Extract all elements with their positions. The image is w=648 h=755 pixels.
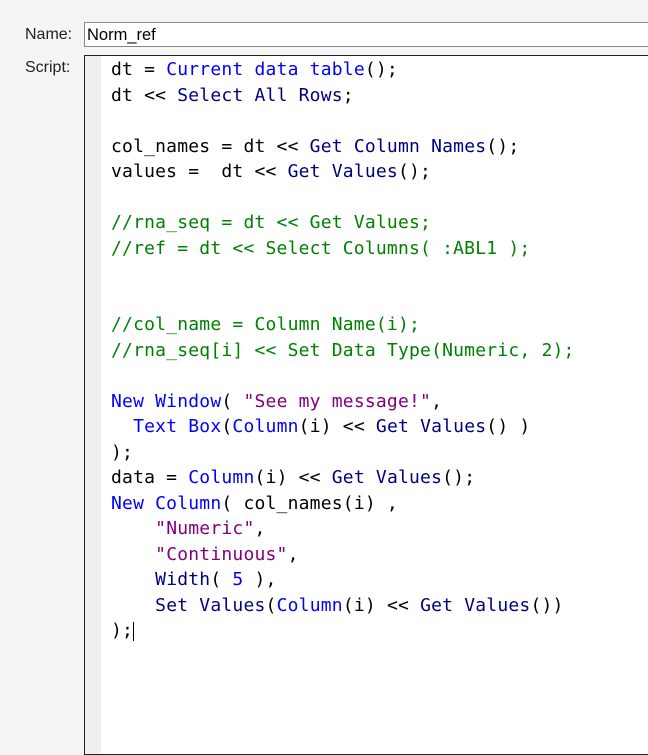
code-line[interactable]: Set Values(Column(i) << Get Values()) [111,593,575,619]
code-message: Get Column Names [309,135,487,157]
code-text: ), [243,569,277,590]
code-line[interactable] [111,287,575,313]
code-text: , [254,518,266,539]
code-line[interactable]: data = Column(i) << Get Values(); [111,465,575,491]
code-text: data = [111,467,189,488]
code-text: (); [397,161,432,182]
code-line[interactable]: "Continuous", [111,542,575,568]
code-message: Set Values [155,594,266,616]
code-text: ( [221,390,244,412]
text-cursor [133,621,135,641]
code-text: values = dt << [111,161,288,182]
code-comment: //ref = dt << Select Columns( :ABL1 ); [111,237,531,259]
code-line[interactable] [111,261,575,287]
code-message: Get Values [420,594,531,616]
code-number: 5 [232,569,244,590]
code-text: , [431,390,443,412]
code-text: ( [265,594,277,616]
code-comment: //rna_seq[i] << Set Data Type(Numeric, 2… [111,339,575,361]
code-message: Select All Rows [177,84,343,106]
code-message: Get Values [375,416,487,437]
code-comment: //col_name = Column Name(i); [111,314,421,335]
code-message: Get Values [331,467,443,488]
code-line[interactable]: values = dt << Get Values(); [111,159,575,185]
code-string: "See my message!" [243,390,432,412]
code-line[interactable]: Width( 5 ), [111,567,575,593]
code-text: (); [442,467,476,488]
code-line[interactable] [111,185,575,211]
code-string: "Numeric" [155,518,255,539]
code-line[interactable]: //col_name = Column Name(i); [111,312,575,338]
code-comment: //rna_seq = dt << Get Values; [111,212,432,233]
code-line[interactable]: New Window( "See my message!", [111,389,575,415]
code-text: dt << [111,84,178,106]
code-function: Text Box [133,416,222,437]
code-function: Column [188,467,255,488]
editor-gutter [85,56,101,754]
code-text: (i) << [254,467,332,488]
code-line[interactable]: "Numeric", [111,516,575,542]
code-message: Width [155,569,211,590]
code-line[interactable]: dt = Current data table(); [111,57,575,83]
code-line[interactable]: ); [111,440,575,466]
code-function: Column [276,594,343,616]
code-text: col_names = dt << [111,135,310,157]
code-text: (); [364,59,398,80]
code-text: ); [111,441,134,463]
code-function: Column [232,416,299,437]
code-line[interactable] [111,108,575,134]
code-text: ( [221,416,233,437]
script-label: Script: [25,59,71,76]
code-line[interactable]: Text Box(Column(i) << Get Values() ) [111,414,575,440]
code-text: ( [210,569,233,590]
code-function: New Column [111,492,222,514]
code-message: Get Values [287,161,398,182]
code-text: ); [111,620,134,641]
code-text: (); [486,135,520,157]
code-string: "Continuous" [155,543,288,565]
code-line[interactable]: //rna_seq[i] << Set Data Type(Numeric, 2… [111,338,575,364]
name-label: Name: [25,26,73,43]
code-function: New Window [111,390,222,412]
name-input[interactable] [84,22,648,47]
code-line[interactable]: ); [111,618,575,644]
code-line[interactable] [111,363,575,389]
code-text: ( col_names(i) , [221,492,398,514]
code-function: Current data table [166,59,365,80]
code-text: , [287,543,299,565]
code-text: dt = [111,59,167,80]
code-line[interactable]: New Column( col_names(i) , [111,491,575,517]
code-line[interactable]: //rna_seq = dt << Get Values; [111,210,575,236]
code-line[interactable]: //ref = dt << Select Columns( :ABL1 ); [111,236,575,262]
code-line[interactable]: dt << Select All Rows; [111,83,575,109]
code-text: ; [342,84,354,106]
code-text: () ) [486,416,531,437]
code-text: ()) [530,594,564,616]
code-text: (i) << [298,416,376,437]
code-text: (i) << [342,594,421,616]
script-code[interactable]: dt = Current data table(); dt << Select A… [111,57,575,644]
script-editor[interactable]: dt = Current data table(); dt << Select A… [84,55,648,755]
code-line[interactable]: col_names = dt << Get Column Names(); [111,134,575,160]
